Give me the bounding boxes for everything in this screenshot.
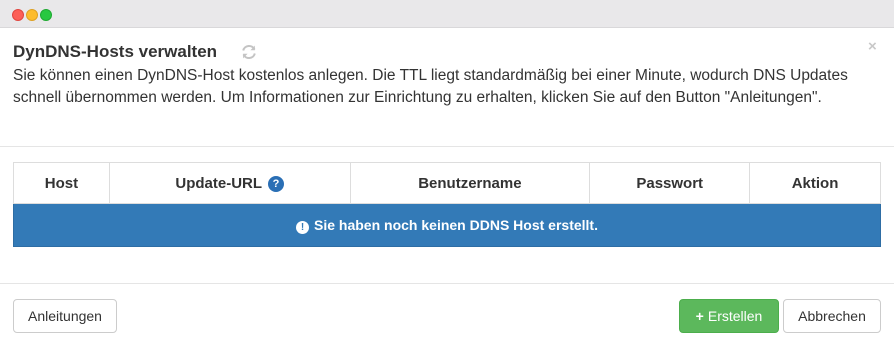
plus-icon: +: [695, 308, 704, 324]
column-header-aktion: Aktion: [749, 162, 881, 204]
maximize-window-button[interactable]: [40, 9, 52, 21]
header-divider: [0, 146, 894, 147]
close-window-button[interactable]: [12, 9, 24, 21]
minimize-window-button[interactable]: [26, 9, 38, 21]
dialog-description: Sie können einen DynDNS-Host kostenlos a…: [13, 67, 848, 106]
column-header-update-url-label: Update-URL: [175, 174, 263, 192]
column-header-passwort: Passwort: [589, 162, 751, 204]
table-header-row: Host Update-URL? Benutzername Passwort A…: [13, 162, 881, 204]
dialog-title: DynDNS-Hosts verwalten: [13, 42, 218, 61]
column-header-update-url: Update-URL?: [108, 162, 351, 204]
column-header-benutzername: Benutzername: [349, 162, 591, 204]
footer-divider: [0, 283, 894, 284]
empty-state-row: ! Sie haben noch keinen DDNS Host erstell…: [13, 203, 881, 247]
empty-state-text: Sie haben noch keinen DDNS Host erstellt…: [314, 216, 598, 233]
column-header-host: Host: [13, 162, 110, 204]
exclamation-circle-icon: !: [296, 220, 310, 234]
close-icon[interactable]: ×: [868, 38, 877, 55]
empty-state-message: ! Sie haben noch keinen DDNS Host erstell…: [13, 203, 881, 247]
create-button-label: Erstellen: [707, 308, 763, 324]
refresh-icon[interactable]: [240, 43, 258, 61]
ddns-hosts-table: Host Update-URL? Benutzername Passwort A…: [13, 162, 881, 247]
guides-button[interactable]: Anleitungen: [13, 299, 117, 333]
create-button[interactable]: + Erstellen: [679, 299, 779, 333]
cancel-button[interactable]: Abbrechen: [783, 299, 881, 333]
question-circle-icon[interactable]: ?: [268, 175, 285, 192]
window-titlebar: [0, 0, 894, 28]
